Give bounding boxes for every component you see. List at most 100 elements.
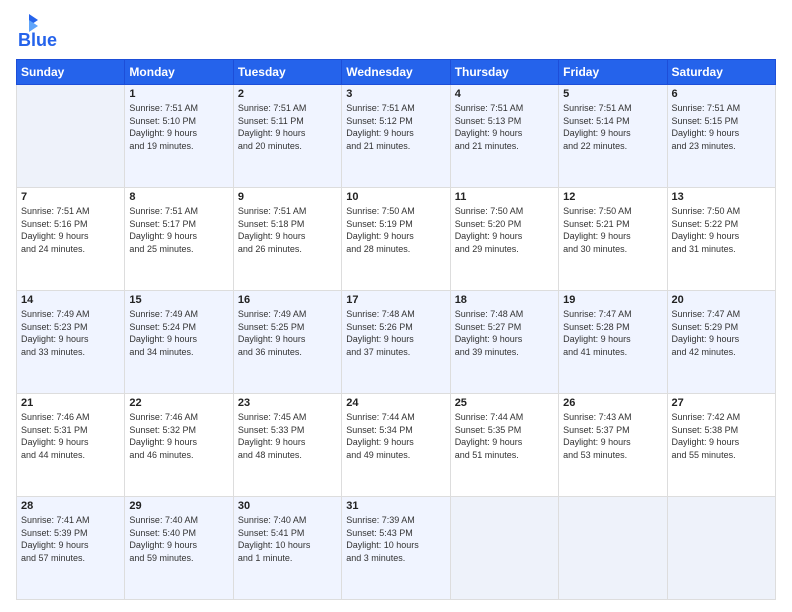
calendar-cell: 16 Sunrise: 7:49 AMSunset: 5:25 PMDayligh… <box>233 291 341 394</box>
calendar-cell: 12 Sunrise: 7:50 AMSunset: 5:21 PMDayligh… <box>559 188 667 291</box>
day-info: Sunrise: 7:46 AMSunset: 5:32 PMDaylight:… <box>129 411 228 461</box>
day-info: Sunrise: 7:50 AMSunset: 5:19 PMDaylight:… <box>346 205 445 255</box>
day-info: Sunrise: 7:51 AMSunset: 5:11 PMDaylight:… <box>238 102 337 152</box>
day-number: 18 <box>455 294 554 306</box>
calendar-cell: 30 Sunrise: 7:40 AMSunset: 5:41 PMDayligh… <box>233 497 341 600</box>
calendar-header-thursday: Thursday <box>450 60 558 85</box>
calendar-header-saturday: Saturday <box>667 60 775 85</box>
day-number: 3 <box>346 88 445 100</box>
calendar-week-row: 21 Sunrise: 7:46 AMSunset: 5:31 PMDayligh… <box>17 394 776 497</box>
day-info: Sunrise: 7:46 AMSunset: 5:31 PMDaylight:… <box>21 411 120 461</box>
calendar-cell: 19 Sunrise: 7:47 AMSunset: 5:28 PMDayligh… <box>559 291 667 394</box>
calendar-cell: 14Sunrise: 7:49 AMSunset: 5:23 PMDayligh… <box>17 291 125 394</box>
day-number: 23 <box>238 397 337 409</box>
day-info: Sunrise: 7:44 AMSunset: 5:34 PMDaylight:… <box>346 411 445 461</box>
header: Blue <box>16 12 776 51</box>
day-number: 17 <box>346 294 445 306</box>
calendar-cell: 9Sunrise: 7:51 AMSunset: 5:18 PMDaylight… <box>233 188 341 291</box>
day-number: 21 <box>21 397 120 409</box>
day-info: Sunrise: 7:42 AMSunset: 5:38 PMDaylight:… <box>672 411 771 461</box>
page: Blue SundayMondayTuesdayWednesdayThursda… <box>0 0 792 612</box>
calendar-cell: 10 Sunrise: 7:50 AMSunset: 5:19 PMDayligh… <box>342 188 450 291</box>
day-number: 11 <box>455 191 554 203</box>
day-info: Sunrise: 7:51 AMSunset: 5:14 PMDaylight:… <box>563 102 662 152</box>
calendar-cell: 6Sunrise: 7:51 AMSunset: 5:15 PMDaylight… <box>667 85 775 188</box>
calendar-cell: 27 Sunrise: 7:42 AMSunset: 5:38 PMDayligh… <box>667 394 775 497</box>
day-info: Sunrise: 7:50 AMSunset: 5:22 PMDaylight:… <box>672 205 771 255</box>
calendar-cell: 5 Sunrise: 7:51 AMSunset: 5:14 PMDaylight… <box>559 85 667 188</box>
day-info: Sunrise: 7:48 AMSunset: 5:27 PMDaylight:… <box>455 308 554 358</box>
day-info: Sunrise: 7:40 AMSunset: 5:40 PMDaylight:… <box>129 514 228 564</box>
day-number: 26 <box>563 397 662 409</box>
day-number: 30 <box>238 500 337 512</box>
day-number: 2 <box>238 88 337 100</box>
day-number: 7 <box>21 191 120 203</box>
calendar-cell <box>450 497 558 600</box>
calendar-header-sunday: Sunday <box>17 60 125 85</box>
calendar-header-friday: Friday <box>559 60 667 85</box>
day-number: 27 <box>672 397 771 409</box>
day-info: Sunrise: 7:50 AMSunset: 5:20 PMDaylight:… <box>455 205 554 255</box>
day-info: Sunrise: 7:45 AMSunset: 5:33 PMDaylight:… <box>238 411 337 461</box>
day-number: 4 <box>455 88 554 100</box>
day-info: Sunrise: 7:51 AMSunset: 5:17 PMDaylight:… <box>129 205 228 255</box>
day-number: 16 <box>238 294 337 306</box>
calendar-cell <box>559 497 667 600</box>
calendar-week-row: 28 Sunrise: 7:41 AMSunset: 5:39 PMDayligh… <box>17 497 776 600</box>
calendar-table: SundayMondayTuesdayWednesdayThursdayFrid… <box>16 59 776 600</box>
logo-blue-text: Blue <box>18 30 57 51</box>
calendar-cell: 22 Sunrise: 7:46 AMSunset: 5:32 PMDayligh… <box>125 394 233 497</box>
day-number: 20 <box>672 294 771 306</box>
day-info: Sunrise: 7:50 AMSunset: 5:21 PMDaylight:… <box>563 205 662 255</box>
calendar-header-wednesday: Wednesday <box>342 60 450 85</box>
day-info: Sunrise: 7:51 AMSunset: 5:12 PMDaylight:… <box>346 102 445 152</box>
calendar-cell: 13 Sunrise: 7:50 AMSunset: 5:22 PMDayligh… <box>667 188 775 291</box>
day-info: Sunrise: 7:39 AMSunset: 5:43 PMDaylight:… <box>346 514 445 564</box>
day-number: 5 <box>563 88 662 100</box>
day-number: 10 <box>346 191 445 203</box>
day-info: Sunrise: 7:49 AMSunset: 5:25 PMDaylight:… <box>238 308 337 358</box>
day-info: Sunrise: 7:44 AMSunset: 5:35 PMDaylight:… <box>455 411 554 461</box>
day-info: Sunrise: 7:48 AMSunset: 5:26 PMDaylight:… <box>346 308 445 358</box>
day-info: Sunrise: 7:51 AMSunset: 5:13 PMDaylight:… <box>455 102 554 152</box>
calendar-week-row: 1 Sunrise: 7:51 AMSunset: 5:10 PMDaylight… <box>17 85 776 188</box>
calendar-cell: 21 Sunrise: 7:46 AMSunset: 5:31 PMDayligh… <box>17 394 125 497</box>
calendar-cell: 23 Sunrise: 7:45 AMSunset: 5:33 PMDayligh… <box>233 394 341 497</box>
calendar-cell: 25 Sunrise: 7:44 AMSunset: 5:35 PMDayligh… <box>450 394 558 497</box>
day-info: Sunrise: 7:40 AMSunset: 5:41 PMDaylight:… <box>238 514 337 564</box>
day-number: 28 <box>21 500 120 512</box>
day-number: 13 <box>672 191 771 203</box>
calendar-cell: 4 Sunrise: 7:51 AMSunset: 5:13 PMDaylight… <box>450 85 558 188</box>
day-info: Sunrise: 7:51 AMSunset: 5:10 PMDaylight:… <box>129 102 228 152</box>
day-number: 22 <box>129 397 228 409</box>
day-info: Sunrise: 7:47 AMSunset: 5:28 PMDaylight:… <box>563 308 662 358</box>
calendar-cell: 28 Sunrise: 7:41 AMSunset: 5:39 PMDayligh… <box>17 497 125 600</box>
day-number: 19 <box>563 294 662 306</box>
day-number: 1 <box>129 88 228 100</box>
calendar-header-row: SundayMondayTuesdayWednesdayThursdayFrid… <box>17 60 776 85</box>
calendar-cell: 7 Sunrise: 7:51 AMSunset: 5:16 PMDaylight… <box>17 188 125 291</box>
day-info: Sunrise: 7:49 AMSunset: 5:23 PMDaylight:… <box>21 308 120 358</box>
day-info: Sunrise: 7:47 AMSunset: 5:29 PMDaylight:… <box>672 308 771 358</box>
calendar-cell <box>667 497 775 600</box>
calendar-cell: 1 Sunrise: 7:51 AMSunset: 5:10 PMDaylight… <box>125 85 233 188</box>
day-number: 15 <box>129 294 228 306</box>
calendar-cell: 18 Sunrise: 7:48 AMSunset: 5:27 PMDayligh… <box>450 291 558 394</box>
calendar-cell: 29 Sunrise: 7:40 AMSunset: 5:40 PMDayligh… <box>125 497 233 600</box>
day-number: 12 <box>563 191 662 203</box>
calendar-cell: 3 Sunrise: 7:51 AMSunset: 5:12 PMDaylight… <box>342 85 450 188</box>
calendar-cell: 15Sunrise: 7:49 AMSunset: 5:24 PMDayligh… <box>125 291 233 394</box>
calendar-cell: 11 Sunrise: 7:50 AMSunset: 5:20 PMDayligh… <box>450 188 558 291</box>
calendar-cell: 8 Sunrise: 7:51 AMSunset: 5:17 PMDaylight… <box>125 188 233 291</box>
day-info: Sunrise: 7:41 AMSunset: 5:39 PMDaylight:… <box>21 514 120 564</box>
calendar-cell: 20 Sunrise: 7:47 AMSunset: 5:29 PMDayligh… <box>667 291 775 394</box>
day-number: 6 <box>672 88 771 100</box>
day-number: 25 <box>455 397 554 409</box>
calendar-header-monday: Monday <box>125 60 233 85</box>
day-number: 8 <box>129 191 228 203</box>
day-info: Sunrise: 7:51 AMSunset: 5:16 PMDaylight:… <box>21 205 120 255</box>
calendar-cell: 31Sunrise: 7:39 AMSunset: 5:43 PMDayligh… <box>342 497 450 600</box>
day-number: 29 <box>129 500 228 512</box>
calendar-header-tuesday: Tuesday <box>233 60 341 85</box>
calendar-cell: 2 Sunrise: 7:51 AMSunset: 5:11 PMDaylight… <box>233 85 341 188</box>
